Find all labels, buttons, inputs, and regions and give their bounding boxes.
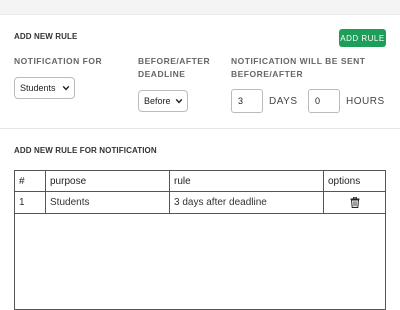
before-after-value: Before	[144, 96, 171, 106]
before-after-label-line1: BEFORE/AFTER	[138, 56, 211, 66]
add-rule-button[interactable]: ADD RULE	[339, 29, 386, 47]
chevron-down-icon	[62, 85, 70, 91]
will-be-sent-label-line1: NOTIFICATION WILL BE SENT	[231, 56, 366, 66]
rules-table: # purpose rule options 1 Students 3 days…	[14, 170, 386, 310]
trash-icon[interactable]	[350, 197, 360, 208]
notification-for-value: Students	[20, 83, 56, 93]
hours-input[interactable]	[308, 89, 340, 113]
days-input[interactable]	[231, 89, 263, 113]
row-rule-cell: 3 days after deadline	[169, 191, 324, 214]
table-row: 1 Students 3 days after deadline	[15, 191, 385, 214]
top-strip	[0, 0, 400, 15]
section-divider	[0, 128, 400, 129]
add-rule-title: ADD NEW RULE	[14, 32, 78, 41]
before-after-select[interactable]: Before	[138, 90, 188, 112]
table-header-row: # purpose rule options	[15, 171, 385, 192]
column-header-num: #	[15, 171, 46, 192]
notification-for-label-text: NOTIFICATION FOR	[14, 56, 103, 66]
chevron-down-icon	[175, 98, 183, 104]
will-be-sent-label-line2: BEFORE/AFTER	[231, 69, 304, 79]
row-num-cell: 1	[15, 191, 46, 214]
column-header-purpose: purpose	[45, 171, 170, 192]
column-header-rule: rule	[169, 171, 324, 192]
row-purpose-cell: Students	[45, 191, 170, 214]
notification-for-label: NOTIFICATION FOR	[14, 55, 102, 68]
will-be-sent-label: NOTIFICATION WILL BE SENT BEFORE/AFTER	[231, 55, 365, 81]
notification-for-select[interactable]: Students	[14, 77, 75, 99]
column-header-options: options	[323, 171, 385, 192]
before-after-label: BEFORE/AFTER DEADLINE	[138, 55, 210, 81]
row-options-cell	[323, 191, 385, 214]
days-unit-label: DAYS	[269, 96, 298, 107]
before-after-label-line2: DEADLINE	[138, 69, 186, 79]
rules-table-title: ADD NEW RULE FOR NOTIFICATION	[14, 146, 157, 155]
hours-unit-label: HOURS	[346, 96, 385, 107]
